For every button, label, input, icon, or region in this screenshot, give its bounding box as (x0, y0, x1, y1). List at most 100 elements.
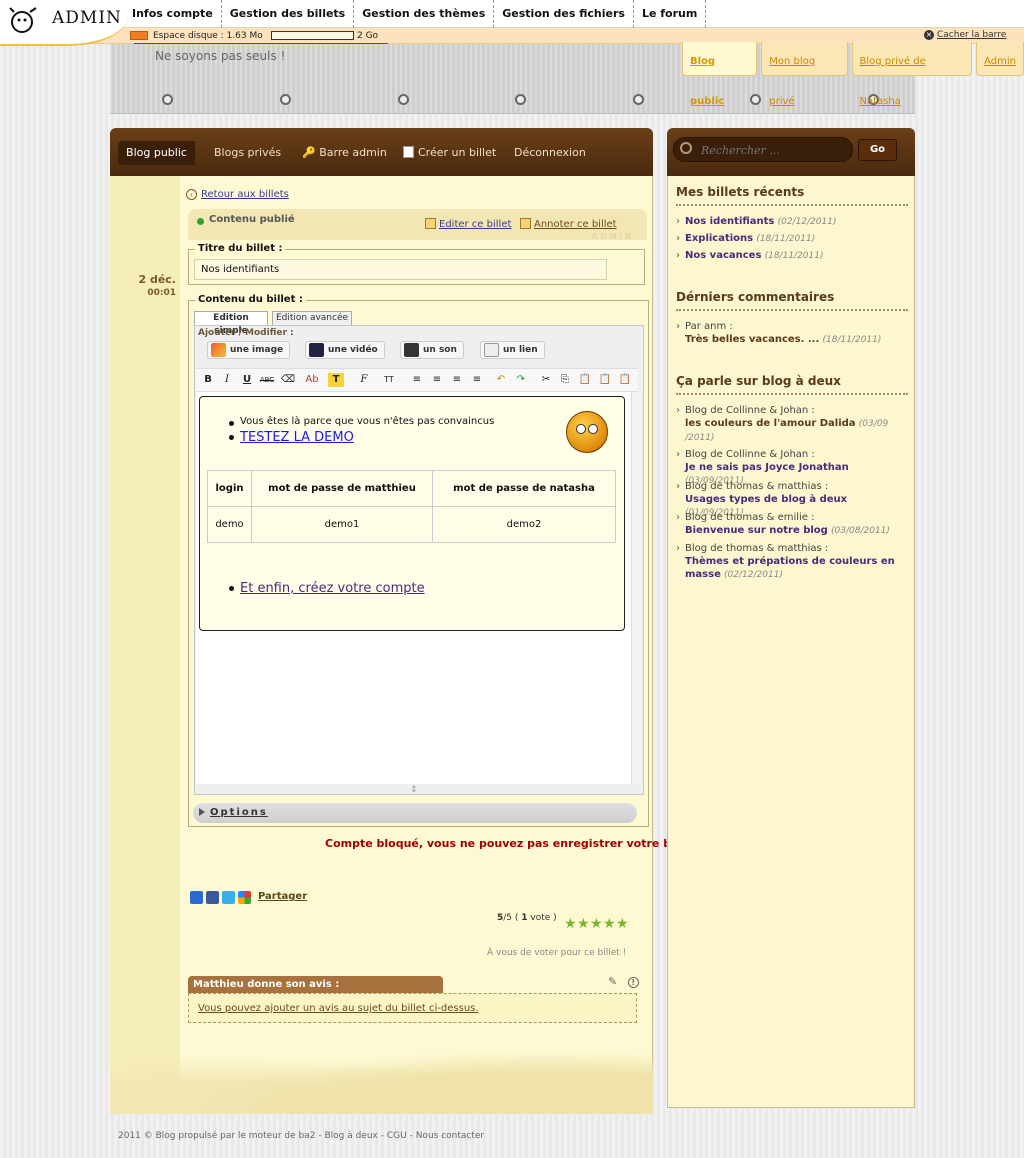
recent-post-title: Nos vacances (685, 250, 762, 261)
tab-edition-avancee[interactable]: Edition avancée (272, 311, 352, 325)
star-icon[interactable]: ★ (564, 917, 577, 931)
main-nav-blog-public[interactable]: Blog public (118, 141, 195, 165)
sidebar (667, 128, 915, 1108)
main-nav-creer-billet[interactable]: Créer un billet (403, 141, 496, 165)
nav-forum[interactable]: Le forum (634, 0, 707, 28)
copy-icon[interactable]: ⎘ (557, 373, 573, 387)
star-icon[interactable]: ★ (603, 917, 616, 931)
footer-link-contact[interactable]: Nous contacter (416, 1131, 484, 1141)
align-justify-icon[interactable]: ≡ (469, 373, 485, 387)
talk-date: (03/08/2011) (831, 526, 890, 536)
search-input[interactable] (701, 141, 851, 159)
add-avis-link[interactable]: Vous pouvez ajouter un avis au sujet du … (198, 1003, 479, 1014)
admin-nav: Infos compte Gestion des billets Gestion… (124, 0, 707, 28)
recent-post-item[interactable]: › Nos vacances (18/11/2011) (676, 250, 824, 262)
tab-blog-prive-natasha[interactable]: Blog privé de Natasha (851, 42, 973, 107)
edit-post-button[interactable]: Editer ce billet (425, 218, 511, 230)
post-date: 2 déc. (138, 273, 176, 286)
back-link[interactable]: ‹ Retour aux billets (186, 189, 289, 200)
redo-icon[interactable]: ↷ (513, 373, 529, 387)
paste-word-icon[interactable]: 📋 (617, 373, 633, 387)
talk-item[interactable]: › Blog de thomas & emilie : Bienvenue su… (676, 511, 902, 538)
add-video-button[interactable]: une vidéo (305, 341, 385, 359)
add-image-button[interactable]: une image (207, 341, 291, 359)
talk-item[interactable]: › Blog de thomas & matthias : Thèmes et … (676, 542, 902, 582)
footer-link-cgu[interactable]: CGU (387, 1131, 407, 1141)
talk-item[interactable]: › Blog de Collinne & Johan : les couleur… (676, 404, 902, 445)
share-icon[interactable] (190, 891, 203, 904)
comment-item[interactable]: › Par anm : Très belles vacances. ... (1… (676, 320, 902, 347)
italic-button[interactable]: I (219, 373, 235, 387)
star-icon[interactable]: ★ (590, 917, 603, 931)
align-center-icon[interactable]: ≡ (429, 373, 445, 387)
edit-avis-icon[interactable]: ✎ (608, 975, 617, 988)
alert-icon[interactable]: ! (627, 977, 639, 988)
cut-icon[interactable]: ✂ (538, 373, 554, 387)
main-nav-deconnexion[interactable]: Déconnexion (514, 141, 586, 165)
add-link-button[interactable]: un lien (480, 341, 545, 359)
resize-handle-icon[interactable]: ⇕ (410, 785, 418, 795)
expand-arrow-icon (199, 808, 205, 816)
align-left-icon[interactable]: ≡ (409, 373, 425, 387)
font-size-button[interactable]: TT (381, 373, 397, 387)
nav-gestion-themes[interactable]: Gestion des thèmes (354, 0, 495, 28)
binder-ring (633, 94, 644, 105)
options-label[interactable]: Options (210, 807, 268, 818)
rating-stars[interactable]: ★ ★ ★ ★ ★ (564, 917, 629, 931)
strike-button[interactable]: ABC (259, 373, 275, 387)
table-header-row: login mot de passe de matthieu mot de pa… (207, 470, 616, 507)
align-right-icon[interactable]: ≡ (449, 373, 465, 387)
editor-scrollbar[interactable] (631, 392, 641, 784)
date-gutter (110, 176, 180, 1114)
undo-icon[interactable]: ↶ (493, 373, 509, 387)
paste-text-icon[interactable]: 📋 (597, 373, 613, 387)
chevron-right-icon: › (676, 405, 680, 416)
highlight-button[interactable]: T (328, 373, 344, 387)
comment-text: Très belles vacances. ... (685, 334, 820, 345)
star-icon[interactable]: ★ (616, 917, 629, 931)
paste-icon[interactable]: 📋 (577, 373, 593, 387)
tab-blog-public[interactable]: Blog public (682, 42, 758, 107)
main-nav-barre-admin[interactable]: 🔑 Barre admin (302, 141, 387, 165)
font-family-button[interactable]: F (356, 373, 372, 387)
credentials-table: login mot de passe de matthieu mot de pa… (207, 470, 616, 543)
disk-label: Espace disque : 1.63 Mo (153, 31, 263, 41)
create-account-link[interactable]: Et enfin, créez votre compte (229, 581, 425, 596)
main-nav-blogs-prives[interactable]: Blogs privés (214, 141, 281, 165)
key-icon: 🔑 (302, 146, 316, 159)
tab-mon-blog-prive[interactable]: Mon blog privé (761, 42, 848, 107)
star-icon[interactable]: ★ (577, 917, 590, 931)
share-link[interactable]: Partager (258, 891, 307, 902)
close-icon: × (924, 30, 934, 40)
recent-post-item[interactable]: › Nos identifiants (02/12/2011) (676, 216, 836, 228)
add-sound-button[interactable]: un son (400, 341, 464, 359)
add-video-label: une vidéo (328, 345, 378, 355)
chevron-right-icon: › (676, 233, 680, 244)
search-go-button[interactable]: Go (858, 139, 897, 161)
footer-link-blog[interactable]: Blog à deux (324, 1131, 377, 1141)
font-color-button[interactable]: Ab (304, 373, 320, 387)
annotate-post-button[interactable]: Annoter ce billet (520, 218, 617, 230)
underline-button[interactable]: U (239, 373, 255, 387)
nav-gestion-billets[interactable]: Gestion des billets (222, 0, 355, 28)
eraser-icon[interactable]: ⌫ (280, 373, 296, 387)
binder-ring (162, 94, 173, 105)
nav-infos-compte[interactable]: Infos compte (124, 0, 222, 28)
title-input[interactable]: Nos identifiants (194, 259, 607, 280)
bold-button[interactable]: B (200, 373, 216, 387)
hide-bar-button[interactable]: × Cacher la barre (924, 30, 1006, 40)
table-cell: demo (207, 506, 252, 543)
mascot-icon (9, 7, 37, 33)
talk-blog: Blog de thomas & emilie : (685, 512, 815, 523)
google-icon[interactable] (238, 891, 251, 904)
nav-gestion-fichiers[interactable]: Gestion des fichiers (494, 0, 634, 28)
demo-link[interactable]: TESTEZ LA DEMO (229, 430, 354, 445)
twitter-icon[interactable] (222, 891, 235, 904)
video-icon (309, 343, 324, 357)
tab-admin[interactable]: Admin (976, 42, 1024, 76)
tab-edition-simple[interactable]: Edition simple (194, 311, 268, 336)
blog-tabs: Blog public Mon blog privé Blog privé de… (682, 42, 1024, 107)
recent-post-item[interactable]: › Explications (18/11/2011) (676, 233, 815, 245)
chevron-right-icon: › (676, 481, 680, 492)
facebook-icon[interactable] (206, 891, 219, 904)
